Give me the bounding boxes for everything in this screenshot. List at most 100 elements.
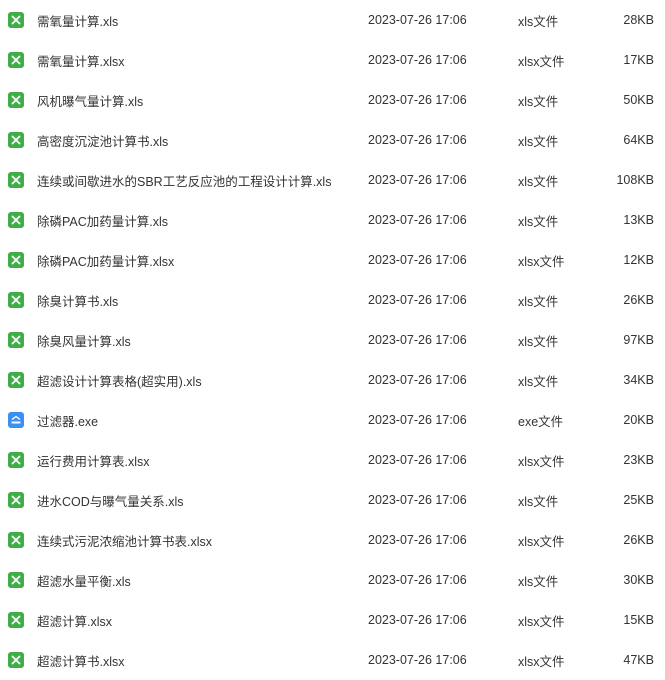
file-row[interactable]: 超滤计算书.xlsx 2023-07-26 17:06 xlsx文件 47KB [0,640,665,680]
file-row[interactable]: 进水COD与曝气量关系.xls 2023-07-26 17:06 xls文件 25KB [0,480,665,520]
file-size: 34KB [623,373,654,387]
file-type: xls文件 [518,494,559,509]
file-modified-date: 2023-07-26 17:06 [368,533,467,547]
file-modified-date: 2023-07-26 17:06 [368,373,467,387]
excel-icon [8,332,24,348]
file-name[interactable]: 高密度沉淀池计算书.xls [37,131,168,150]
file-name[interactable]: 除臭计算书.xls [37,291,118,310]
file-modified-date: 2023-07-26 17:06 [368,453,467,467]
file-row[interactable]: 除磷PAC加药量计算.xlsx 2023-07-26 17:06 xlsx文件 12K… [0,240,665,280]
file-row[interactable]: 除磷PAC加药量计算.xls 2023-07-26 17:06 xls文件 13KB [0,200,665,240]
file-name[interactable]: 超滤计算书.xlsx [37,651,125,670]
file-type: xlsx文件 [518,454,565,469]
file-size: 15KB [623,613,654,627]
file-row[interactable]: 除臭风量计算.xls 2023-07-26 17:06 xls文件 97KB [0,320,665,360]
file-name[interactable]: 超滤水量平衡.xls [37,571,131,590]
file-name[interactable]: 除磷PAC加药量计算.xls [37,211,168,230]
file-name[interactable]: 需氧量计算.xls [37,11,118,30]
file-size: 13KB [623,213,654,227]
file-name[interactable]: 除磷PAC加药量计算.xlsx [37,251,174,270]
file-size: 25KB [623,493,654,507]
file-row[interactable]: 超滤设计计算表格(超实用).xls 2023-07-26 17:06 xls文件 34… [0,360,665,400]
file-size: 108KB [616,173,654,187]
file-type: xls文件 [518,214,559,229]
file-type: xlsx文件 [518,54,565,69]
file-modified-date: 2023-07-26 17:06 [368,173,467,187]
file-type: xls文件 [518,574,559,589]
file-type: xls文件 [518,94,559,109]
file-modified-date: 2023-07-26 17:06 [368,573,467,587]
file-modified-date: 2023-07-26 17:06 [368,93,467,107]
file-type: xls文件 [518,294,559,309]
file-size: 26KB [623,533,654,547]
file-row[interactable]: 连续式污泥浓缩池计算书表.xlsx 2023-07-26 17:06 xlsx文件 2… [0,520,665,560]
excel-icon [8,372,24,388]
file-size: 47KB [623,653,654,667]
excel-icon [8,572,24,588]
file-row[interactable]: 超滤计算.xlsx 2023-07-26 17:06 xlsx文件 15KB [0,600,665,640]
file-name[interactable]: 过滤器.exe [37,411,98,430]
file-type: xlsx文件 [518,254,565,269]
file-type: xls文件 [518,14,559,29]
file-row[interactable]: 需氧量计算.xlsx 2023-07-26 17:06 xlsx文件 17KB [0,40,665,80]
file-row[interactable]: 高密度沉淀池计算书.xls 2023-07-26 17:06 xls文件 64KB [0,120,665,160]
file-modified-date: 2023-07-26 17:06 [368,133,467,147]
file-modified-date: 2023-07-26 17:06 [368,333,467,347]
file-name[interactable]: 进水COD与曝气量关系.xls [37,491,184,510]
file-size: 26KB [623,293,654,307]
excel-icon [8,172,24,188]
file-modified-date: 2023-07-26 17:06 [368,213,467,227]
file-size: 17KB [623,53,654,67]
file-row[interactable]: 运行费用计算表.xlsx 2023-07-26 17:06 xlsx文件 23KB [0,440,665,480]
file-type: xls文件 [518,374,559,389]
file-list: 需氧量计算.xls 2023-07-26 17:06 xls文件 28KB 需氧量计算.… [0,0,665,677]
file-type: xls文件 [518,174,559,189]
file-type: exe文件 [518,414,564,429]
file-modified-date: 2023-07-26 17:06 [368,293,467,307]
file-type: xls文件 [518,134,559,149]
file-row[interactable]: 需氧量计算.xls 2023-07-26 17:06 xls文件 28KB [0,0,665,40]
file-modified-date: 2023-07-26 17:06 [368,253,467,267]
excel-icon [8,452,24,468]
file-name[interactable]: 风机曝气量计算.xls [37,91,143,110]
excel-icon [8,292,24,308]
file-type: xlsx文件 [518,654,565,669]
excel-icon [8,52,24,68]
file-row[interactable]: 风机曝气量计算.xls 2023-07-26 17:06 xls文件 50KB [0,80,665,120]
file-size: 64KB [623,133,654,147]
file-size: 97KB [623,333,654,347]
excel-icon [8,652,24,668]
excel-icon [8,132,24,148]
file-size: 20KB [623,413,654,427]
file-name[interactable]: 连续或间歇进水的SBR工艺反应池的工程设计计算.xls [37,171,331,190]
file-name[interactable]: 除臭风量计算.xls [37,331,131,350]
file-modified-date: 2023-07-26 17:06 [368,653,467,667]
excel-icon [8,492,24,508]
file-size: 12KB [623,253,654,267]
file-row[interactable]: 超滤水量平衡.xls 2023-07-26 17:06 xls文件 30KB [0,560,665,600]
file-row[interactable]: 除臭计算书.xls 2023-07-26 17:06 xls文件 26KB [0,280,665,320]
excel-icon [8,612,24,628]
excel-icon [8,252,24,268]
excel-icon [8,12,24,28]
file-rows: 需氧量计算.xls 2023-07-26 17:06 xls文件 28KB 需氧量计算.… [0,0,665,680]
file-modified-date: 2023-07-26 17:06 [368,13,467,27]
file-modified-date: 2023-07-26 17:06 [368,613,467,627]
file-type: xls文件 [518,334,559,349]
file-size: 23KB [623,453,654,467]
file-size: 50KB [623,93,654,107]
excel-icon [8,212,24,228]
file-name[interactable]: 连续式污泥浓缩池计算书表.xlsx [37,531,212,550]
file-name[interactable]: 超滤计算.xlsx [37,611,112,630]
file-name[interactable]: 超滤设计计算表格(超实用).xls [37,371,202,390]
file-name[interactable]: 需氧量计算.xlsx [37,51,125,70]
excel-icon [8,532,24,548]
file-size: 28KB [623,13,654,27]
executable-icon [8,412,24,428]
excel-icon [8,92,24,108]
file-modified-date: 2023-07-26 17:06 [368,413,467,427]
file-row[interactable]: 连续或间歇进水的SBR工艺反应池的工程设计计算.xls 2023-07-26 17… [0,160,665,200]
file-modified-date: 2023-07-26 17:06 [368,493,467,507]
file-row[interactable]: 过滤器.exe 2023-07-26 17:06 exe文件 20KB [0,400,665,440]
file-name[interactable]: 运行费用计算表.xlsx [37,451,150,470]
